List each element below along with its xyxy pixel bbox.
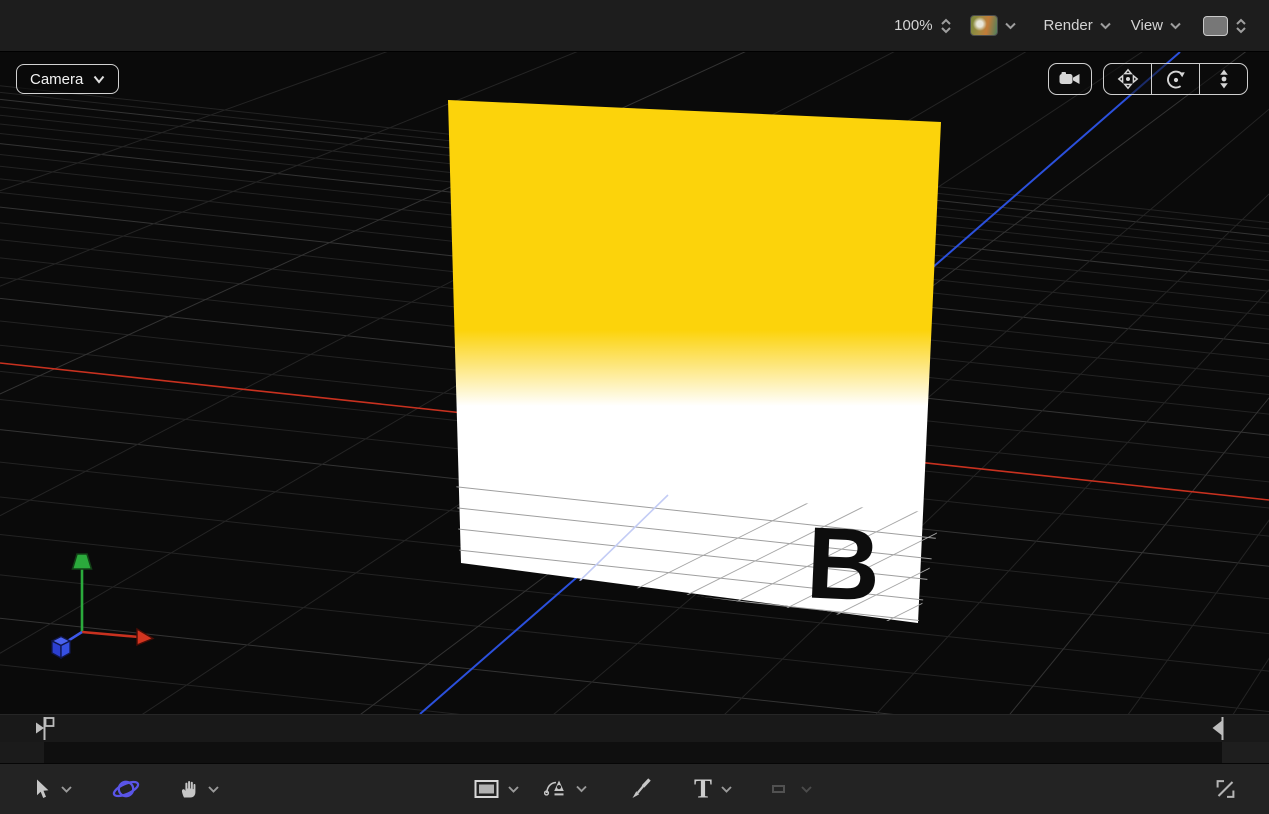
image-mask-tool-button — [765, 780, 812, 799]
chevron-down-icon — [93, 75, 105, 84]
timeline-track[interactable] — [0, 714, 1269, 742]
canvas-top-toolbar: 100% Render View — [0, 0, 1269, 52]
paint-stroke-tool-button[interactable] — [630, 778, 653, 801]
chevron-down-icon — [1100, 22, 1111, 30]
pan-view-tool-button[interactable] — [178, 779, 219, 800]
expand-diagonal-icon — [1212, 776, 1239, 803]
select-tool-button[interactable] — [32, 779, 72, 800]
chevron-down-icon[interactable] — [208, 785, 219, 793]
expand-canvas-button[interactable] — [1212, 776, 1239, 803]
bezier-pen-icon — [544, 778, 567, 800]
timeline-scrollbar[interactable] — [0, 742, 1269, 763]
chevron-down-icon — [1170, 22, 1181, 30]
tools-toolbar: T — [0, 763, 1269, 814]
chevron-down-icon — [1005, 22, 1016, 30]
video-camera-icon — [1058, 69, 1082, 89]
canvas-3d-view[interactable]: B Camera — [0, 52, 1269, 714]
view-menu[interactable]: View — [1131, 17, 1181, 34]
dolly-camera-button[interactable] — [1199, 64, 1247, 94]
text-tool-button[interactable]: T — [694, 776, 732, 803]
zoom-level-control[interactable]: 100% — [894, 17, 951, 34]
render-menu[interactable]: Render — [1044, 17, 1111, 34]
dolly-icon — [1213, 68, 1235, 90]
camera-tools-group — [1103, 63, 1248, 95]
image-mask-icon — [765, 780, 792, 799]
view-menu-label: View — [1131, 17, 1163, 34]
chevron-down-icon[interactable] — [576, 785, 587, 793]
chevron-down-icon[interactable] — [508, 785, 519, 793]
orbit-icon — [1165, 68, 1187, 90]
color-gradient-swatch[interactable] — [970, 15, 998, 36]
window-layout-control[interactable] — [1203, 16, 1247, 36]
hand-icon — [178, 779, 199, 800]
pan-icon — [1117, 68, 1139, 90]
paintbrush-icon — [630, 778, 653, 801]
chevron-down-icon — [801, 785, 812, 793]
zoom-level-value: 100% — [894, 17, 932, 34]
bezier-tool-button[interactable] — [544, 778, 587, 800]
render-menu-label: Render — [1044, 17, 1093, 34]
chevron-down-icon[interactable] — [61, 785, 72, 793]
3d-axis-indicator — [52, 554, 153, 658]
layout-swatch-icon — [1203, 16, 1228, 36]
3d-transform-orbit-icon — [111, 776, 141, 802]
motion-canvas-window: 100% Render View — [0, 0, 1269, 814]
background-color-control[interactable] — [970, 15, 1016, 36]
chevron-down-icon[interactable] — [721, 785, 732, 793]
scene-svg: B — [0, 52, 1269, 714]
camera-view-label: Camera — [30, 71, 83, 88]
rectangle-shape-icon — [474, 780, 499, 799]
orbit-camera-button[interactable] — [1151, 64, 1199, 94]
rectangle-tool-button[interactable] — [474, 780, 519, 799]
pan-camera-button[interactable] — [1104, 64, 1151, 94]
stepper-icon[interactable] — [1235, 18, 1247, 34]
camera-view-menu[interactable]: Camera — [16, 64, 119, 94]
select-arrow-icon — [32, 779, 52, 800]
plane-letter: B — [804, 505, 881, 622]
text-tool-icon: T — [694, 776, 712, 803]
scrollbar-left-cap — [0, 742, 44, 763]
3d-transform-tool-button[interactable] — [111, 776, 141, 802]
scrollbar-right-cap — [1222, 742, 1269, 763]
stepper-icon[interactable] — [940, 18, 952, 34]
camera-overlay-button[interactable] — [1048, 63, 1092, 95]
